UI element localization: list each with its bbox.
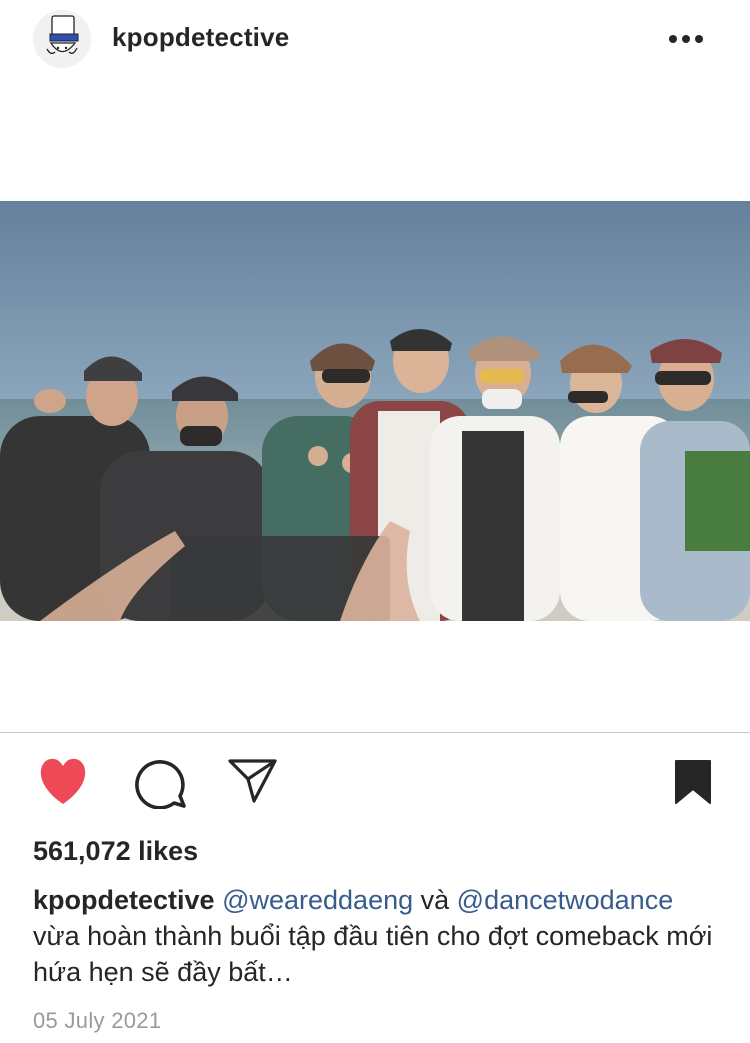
- post-caption: kpopdetective @wearedda​eng và @dancetwo…: [33, 882, 723, 990]
- paper-plane-icon: [228, 759, 277, 803]
- share-button[interactable]: [228, 758, 278, 804]
- save-button[interactable]: [674, 759, 712, 805]
- caption-username[interactable]: kpopdetective: [33, 885, 215, 915]
- likes-count[interactable]: 561,072 likes: [33, 836, 198, 867]
- mention-link[interactable]: @dancetwodance: [457, 885, 674, 915]
- group-photo-illustration: [0, 201, 750, 621]
- caption-text: vừa hoàn thành buổi tập đầu tiên cho đợt…: [33, 921, 713, 987]
- like-button[interactable]: [36, 757, 90, 807]
- comment-button[interactable]: [134, 757, 188, 810]
- caption-text: và: [413, 885, 457, 915]
- divider: [0, 732, 750, 733]
- comment-icon: [135, 760, 186, 810]
- more-horizontal-icon: [669, 35, 703, 43]
- post-header: kpopdetective: [0, 0, 750, 78]
- post-username[interactable]: kpopdetective: [112, 22, 289, 53]
- post-date: 05 July 2021: [33, 1008, 162, 1033]
- post-photo[interactable]: [0, 201, 750, 621]
- more-options-button[interactable]: [665, 28, 707, 50]
- heart-filled-icon: [40, 758, 86, 804]
- mention-link[interactable]: @wearedda​eng: [222, 885, 413, 915]
- bookmark-filled-icon: [675, 760, 711, 804]
- detective-avatar-illustration: [33, 10, 91, 68]
- profile-avatar[interactable]: [33, 10, 91, 68]
